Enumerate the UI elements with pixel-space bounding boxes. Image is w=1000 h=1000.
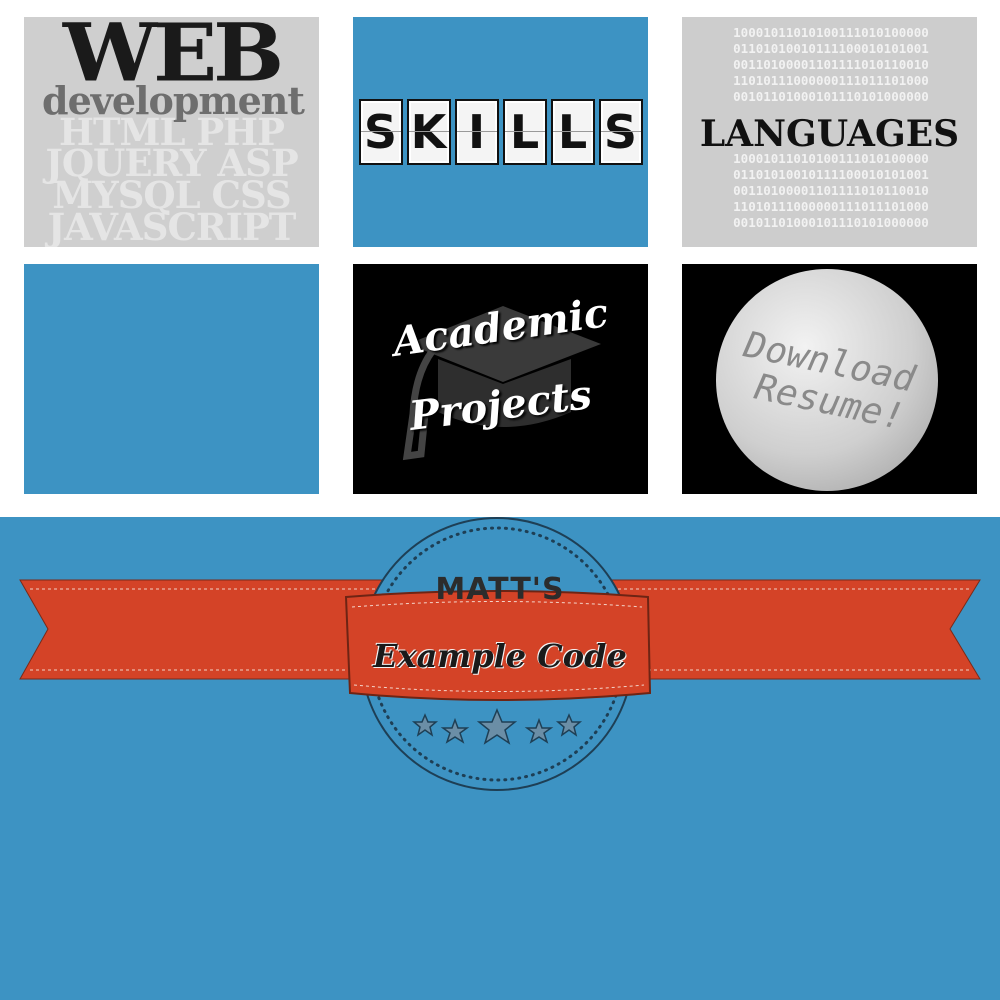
skills-letter: L xyxy=(550,99,595,165)
hero-panel: MATT'S Example Code xyxy=(0,517,1000,1000)
web-development-tile[interactable]: WEB development HTML PHP JQUERY ASP MYSQ… xyxy=(24,17,319,247)
skills-tile[interactable]: S K I L L S xyxy=(353,17,648,247)
languages-tile[interactable]: 10001011010100111010100000 0110101001011… xyxy=(682,17,977,247)
skills-letter: S xyxy=(358,99,403,165)
binary-line: 00101101000101110101000000 xyxy=(733,89,929,104)
skills-letter: K xyxy=(406,99,451,165)
binary-line: 11010111000000111011101000 xyxy=(733,199,929,214)
binary-line: 00110100001101111010110010 xyxy=(733,57,929,72)
skills-letter: S xyxy=(598,99,643,165)
skills-letter: L xyxy=(502,99,547,165)
binary-line: 00101101000101110101000000 xyxy=(733,215,929,230)
web-language-line: JAVASCRIPT xyxy=(47,205,297,247)
badge-name: MATT'S xyxy=(435,572,565,607)
blank-tile[interactable] xyxy=(24,264,319,494)
academic-projects-tile[interactable]: Academic Projects xyxy=(353,264,648,494)
badge-tagline: Example Code xyxy=(373,637,627,675)
download-resume-tile[interactable]: Download Resume! xyxy=(682,264,977,494)
binary-line: 01101010010111100010101001 xyxy=(733,167,929,182)
binary-line: 10001011010100111010100000 xyxy=(733,151,929,166)
binary-line: 11010111000000111011101000 xyxy=(733,73,929,88)
skills-letter: I xyxy=(454,99,499,165)
binary-line: 01101010010111100010101001 xyxy=(733,41,929,56)
binary-line: 10001011010100111010100000 xyxy=(733,25,929,40)
binary-line: 00110100001101111010110010 xyxy=(733,183,929,198)
skills-letter-row: S K I L L S xyxy=(357,99,644,165)
